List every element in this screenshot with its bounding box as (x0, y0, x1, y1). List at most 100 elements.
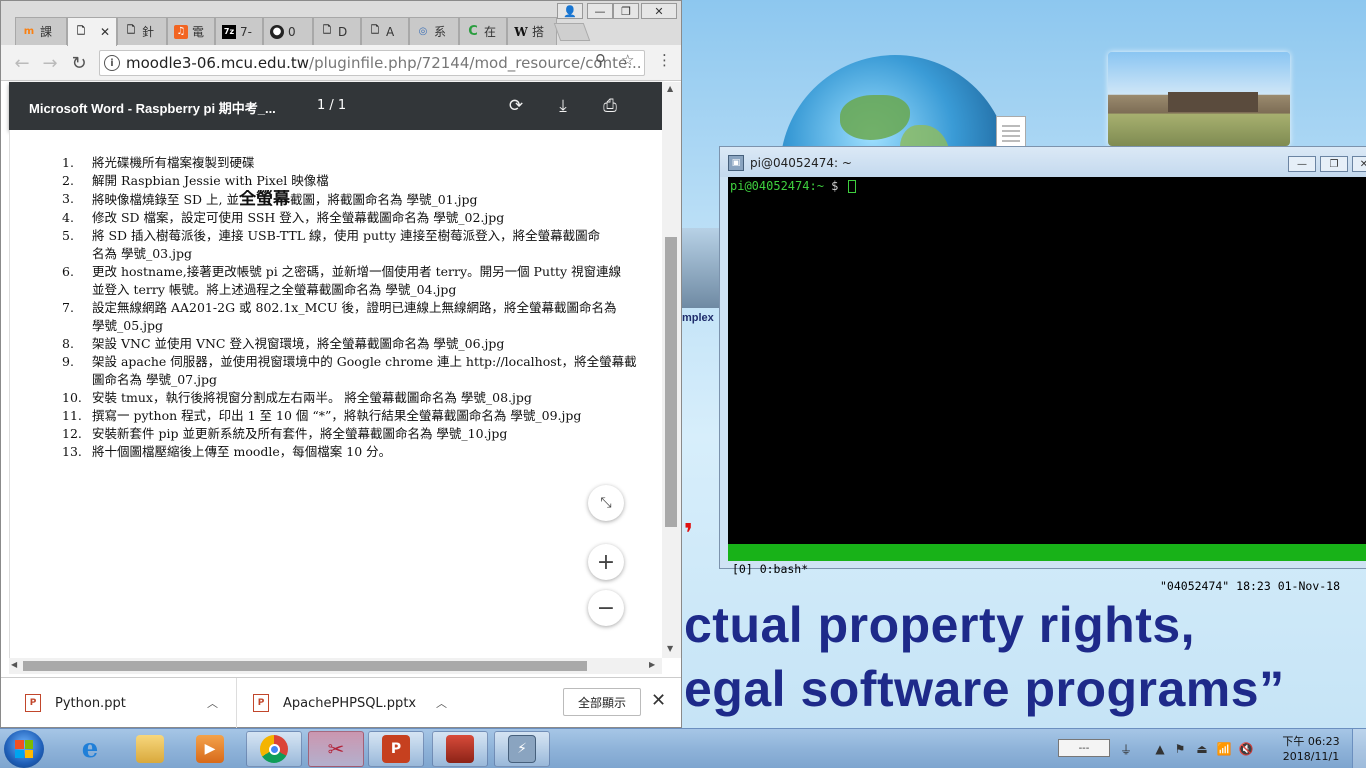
taskbar: e ▶ ✂ P ⚡ --- ⏚ ▲ ⚑ ⏏ 📶 🔇 下午 06:23 2018/… (0, 728, 1366, 768)
list-item: 4. 修改 SD 檔案，設定可使用 SSH 登入，將全螢幕截圖命名為 學號_02.… (62, 210, 505, 225)
list-item: 9. 架設 apache 伺服器，並使用視窗環境中的 Google chrome … (62, 354, 637, 369)
tab-label: 0 (288, 24, 296, 39)
profile-icon[interactable]: 👤 (557, 3, 583, 19)
github-icon: ● (270, 24, 284, 39)
scrollbar-thumb[interactable] (23, 661, 587, 671)
putty-icon[interactable]: ▣ (728, 155, 744, 171)
tab-5[interactable]: 7z 7- (215, 17, 263, 45)
list-item: 12. 安裝新套件 pip 並更新系統及所有套件，將全螢幕截圖命名為 學號_10.… (62, 426, 508, 441)
taskbar-chrome[interactable] (246, 731, 302, 767)
putty-terminal-window: ▣ pi@04052474: ~ — ❐ ✕ pi@04052474:~ $ [… (719, 146, 1366, 593)
tab-8[interactable]: 🗋 A (361, 17, 409, 45)
tab-active-pdf[interactable]: 🗋 ✕ (67, 17, 117, 46)
tab-10[interactable]: C 在 (459, 17, 507, 45)
back-button[interactable]: ← (11, 52, 33, 74)
start-button[interactable] (4, 730, 44, 768)
terminal-screen[interactable]: pi@04052474:~ $ [0] 0:bash* "04052474" 1… (728, 177, 1366, 593)
close-download-bar-icon[interactable]: ✕ (651, 690, 666, 711)
tab-11[interactable]: W 搭 (507, 17, 557, 45)
list-item: 13. 將十個圖檔壓縮後上傳至 moodle，每個檔案 10 分。 (62, 444, 392, 459)
scrollbar-thumb[interactable] (665, 237, 677, 527)
fit-page-button[interactable]: ⤡ (588, 485, 624, 521)
scroll-right-arrow-icon[interactable]: ▶ (649, 660, 655, 669)
terminal-maximize-button[interactable]: ❐ (1320, 156, 1348, 172)
close-tab-icon[interactable]: ✕ (100, 25, 110, 39)
tab-label: D (338, 24, 348, 39)
terminal-close-button[interactable]: ✕ (1352, 156, 1366, 172)
reload-button[interactable]: ↻ (68, 52, 90, 74)
terminal-titlebar[interactable]: ▣ pi@04052474: ~ — ❐ ✕ (720, 147, 1366, 177)
wallpaper-slogan-line1: ctual property rights, (684, 597, 1196, 653)
scroll-up-arrow-icon[interactable]: ▲ (667, 84, 673, 93)
scissors-icon: ✂ (327, 737, 345, 761)
zoom-out-button[interactable]: − (588, 590, 624, 626)
list-item: 11. 撰寫一 python 程式，印出 1 至 10 個 “*”，將執行結果全螢… (62, 408, 582, 423)
close-window-button[interactable]: ✕ (641, 3, 677, 19)
tab-7[interactable]: 🗋 D (313, 17, 361, 45)
horizontal-scrollbar[interactable]: ◀ ▶ (9, 658, 662, 674)
taskbar-media-player[interactable]: ▶ (182, 731, 238, 767)
url-path: /pluginfile.php/72144/mod_resource/conte… (309, 54, 642, 72)
minimize-button[interactable]: — (587, 3, 613, 19)
vertical-scrollbar[interactable]: ▲ ▼ (662, 82, 681, 658)
tab-label: 在 (484, 25, 497, 39)
address-bar[interactable]: i moodle3-06.mcu.edu.tw /pluginfile.php/… (99, 50, 645, 76)
zoom-in-button[interactable]: + (588, 544, 624, 580)
info-icon[interactable]: i (104, 55, 120, 71)
action-center-flag-icon[interactable]: ⚑ (1172, 741, 1188, 757)
tab-label: 電 (192, 25, 205, 39)
scroll-left-arrow-icon[interactable]: ◀ (11, 660, 17, 669)
forward-button[interactable]: → (39, 52, 61, 74)
tab-9[interactable]: ◎ 系 (409, 17, 459, 45)
search-icon[interactable]: ⚲ (595, 51, 606, 69)
text-cursor (847, 180, 856, 193)
taskbar-ie[interactable]: e (62, 731, 118, 767)
taskbar-snipping-tool[interactable]: ✂ (308, 731, 364, 767)
tmux-host-clock: "04052474" 18:23 01-Nov-18 (1160, 579, 1341, 593)
safely-remove-hardware-icon[interactable]: ⏏ (1194, 741, 1210, 757)
tab-6[interactable]: ● 0 (263, 17, 313, 45)
language-bar[interactable]: --- (1058, 739, 1110, 757)
download-item[interactable]: P ApachePHPSQL.pptx ︿ (237, 678, 463, 728)
system-tray: --- ⏚ ▲ ⚑ ⏏ 📶 🔇 下午 06:23 2018/11/1 (1044, 733, 1344, 765)
bookmark-star-icon[interactable]: ☆ (621, 51, 634, 69)
rotate-icon[interactable]: ⟳ (504, 94, 528, 118)
system-clock[interactable]: 下午 06:23 2018/11/1 (1280, 734, 1342, 764)
terminal-minimize-button[interactable]: — (1288, 156, 1316, 172)
document-icon: 🗋 (322, 25, 332, 36)
tab-4[interactable]: ♫ 電 (167, 17, 215, 45)
pdf-page: 1. 將光碟機所有檔案複製到硬碟 2. 解開 Raspbian Jessie wit… (9, 130, 662, 658)
volume-muted-icon[interactable]: 🔇 (1238, 741, 1254, 757)
tab-3[interactable]: 🗋 針 (117, 17, 167, 45)
plug-icon[interactable]: ⏚ (1118, 741, 1134, 757)
desktop-document-icon[interactable] (996, 116, 1026, 150)
url-host: moodle3-06.mcu.edu.tw (126, 54, 310, 72)
download-icon[interactable]: ⤓ (551, 94, 575, 118)
show-hidden-icons-icon[interactable]: ▲ (1152, 741, 1168, 757)
internet-explorer-icon: e (81, 734, 99, 764)
taskbar-putty[interactable]: ⚡ (494, 731, 550, 767)
network-signal-icon[interactable]: 📶 (1216, 741, 1232, 757)
new-tab-button[interactable] (553, 23, 591, 41)
tab-1[interactable]: m 課 (15, 17, 67, 45)
toolbox-icon (446, 735, 474, 763)
download-item[interactable]: P Python.ppt ︿ (1, 678, 237, 728)
wikipedia-icon: W (514, 24, 528, 39)
show-all-button[interactable]: 全部顯示 (563, 688, 641, 716)
chevron-up-icon[interactable]: ︿ (207, 695, 218, 711)
tab-label: 搭 (532, 25, 545, 39)
chevron-up-icon[interactable]: ︿ (436, 695, 447, 711)
print-icon[interactable]: ⎙ (598, 94, 622, 118)
scroll-down-arrow-icon[interactable]: ▼ (667, 644, 673, 653)
taskbar-toolbox[interactable] (432, 731, 488, 767)
maximize-button[interactable]: ❐ (613, 3, 639, 19)
7zip-icon: 7z (222, 24, 236, 39)
taskbar-explorer[interactable] (122, 731, 178, 767)
menu-kebab-icon[interactable]: ⋮ (657, 51, 672, 69)
show-desktop-button[interactable] (1352, 729, 1366, 768)
browser-toolbar: ← → ↻ i moodle3-06.mcu.edu.tw /pluginfil… (1, 45, 681, 81)
taskbar-powerpoint[interactable]: P (368, 731, 424, 767)
powerpoint-file-icon: P (25, 694, 41, 712)
tmux-window-list[interactable]: [0] 0:bash* (732, 561, 808, 578)
globe-icon: ◎ (418, 26, 428, 37)
